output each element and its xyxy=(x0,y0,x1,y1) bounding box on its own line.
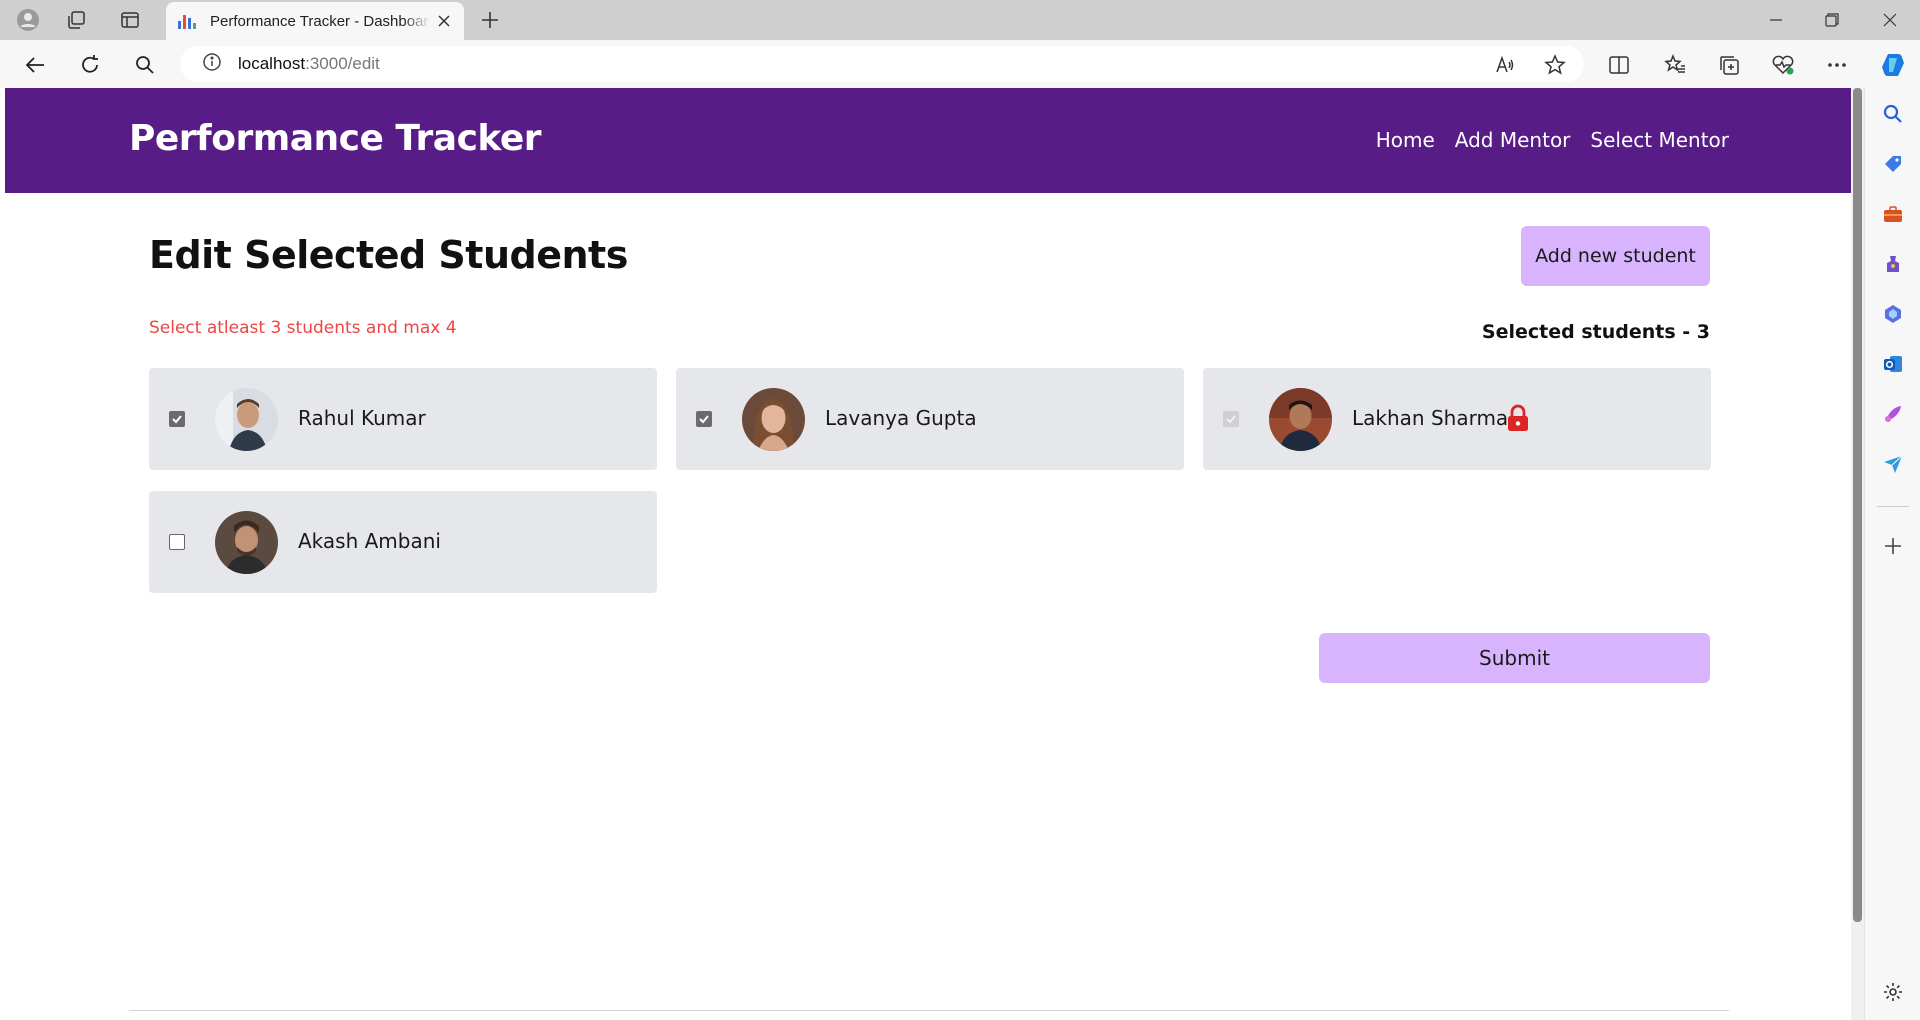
add-sidebar-app-icon[interactable] xyxy=(1881,534,1905,558)
tools-briefcase-icon[interactable] xyxy=(1881,202,1905,226)
scrollbar-thumb[interactable] xyxy=(1853,88,1862,922)
send-icon[interactable] xyxy=(1881,452,1905,476)
student-avatar xyxy=(215,511,278,574)
selected-count: Selected students - 3 xyxy=(1481,321,1710,343)
student-name: Lavanya Gupta xyxy=(825,406,977,430)
more-options-icon[interactable] xyxy=(1822,50,1852,80)
nav-link-add-mentor[interactable]: Add Mentor xyxy=(1455,128,1571,152)
chart-favicon-icon xyxy=(178,13,196,29)
student-card-akash-ambani[interactable]: Akash Ambani xyxy=(149,491,657,593)
back-icon[interactable] xyxy=(20,50,50,80)
student-avatar xyxy=(215,388,278,451)
nav-link-home[interactable]: Home xyxy=(1376,128,1435,152)
nav-link-select-mentor[interactable]: Select Mentor xyxy=(1590,128,1729,152)
sidebar-search-icon[interactable] xyxy=(1881,102,1905,126)
browser-tab-active[interactable]: Performance Tracker - Dashboard xyxy=(166,2,464,40)
split-screen-icon[interactable] xyxy=(1604,50,1634,80)
selection-rule-warning: Select atleast 3 students and max 4 xyxy=(149,318,457,338)
student-checkbox[interactable] xyxy=(169,534,185,550)
tab-actions-icon[interactable] xyxy=(116,6,144,34)
designer-icon[interactable] xyxy=(1881,402,1905,426)
brand-title[interactable]: Performance Tracker xyxy=(129,118,542,159)
student-checkbox[interactable] xyxy=(696,411,712,427)
student-checkbox-disabled xyxy=(1223,411,1239,427)
student-avatar xyxy=(742,388,805,451)
site-info-icon[interactable] xyxy=(202,52,222,76)
app-navbar: Performance Tracker Home Add Mentor Sele… xyxy=(5,88,1851,193)
tab-title: Performance Tracker - Dashboard xyxy=(210,12,430,30)
restore-icon[interactable] xyxy=(1812,6,1852,34)
student-name: Akash Ambani xyxy=(298,529,441,553)
url-text: localhost:3000/edit xyxy=(238,54,380,73)
student-card-lavanya-gupta[interactable]: Lavanya Gupta xyxy=(676,368,1184,470)
student-card-lakhan-sharma[interactable]: Lakhan Sharma xyxy=(1203,368,1711,470)
address-bar-row: localhost:3000/edit xyxy=(0,40,1920,88)
minimize-icon[interactable] xyxy=(1756,6,1796,34)
copilot-icon[interactable] xyxy=(1878,50,1908,80)
profile-icon[interactable] xyxy=(14,6,42,34)
refresh-icon[interactable] xyxy=(75,50,105,80)
student-avatar xyxy=(1269,388,1332,451)
sidebar-settings-icon[interactable] xyxy=(1881,980,1905,1004)
favorite-star-icon[interactable] xyxy=(1540,50,1570,80)
sidebar-divider xyxy=(1877,506,1909,507)
browser-sidebar xyxy=(1864,88,1920,1020)
lock-icon xyxy=(1508,404,1528,431)
submit-button[interactable]: Submit xyxy=(1319,633,1710,683)
student-checkbox[interactable] xyxy=(169,411,185,427)
shopping-tag-icon[interactable] xyxy=(1881,152,1905,176)
footer-divider xyxy=(129,1010,1729,1011)
new-tab-icon[interactable] xyxy=(476,6,504,34)
games-icon[interactable] xyxy=(1881,252,1905,276)
browser-essentials-icon[interactable] xyxy=(1768,50,1798,80)
student-name: Rahul Kumar xyxy=(298,406,426,430)
close-window-icon[interactable] xyxy=(1870,6,1910,34)
search-icon[interactable] xyxy=(130,50,160,80)
favorites-icon[interactable] xyxy=(1660,50,1690,80)
page-viewport: Performance Tracker Home Add Mentor Sele… xyxy=(5,88,1851,1020)
page-title: Edit Selected Students xyxy=(149,233,628,277)
microsoft-365-icon[interactable] xyxy=(1881,302,1905,326)
collections-icon[interactable] xyxy=(1714,50,1744,80)
outlook-icon[interactable] xyxy=(1881,352,1905,376)
browser-tab-bar: Performance Tracker - Dashboard xyxy=(0,0,1920,40)
workspaces-icon[interactable] xyxy=(62,6,90,34)
close-tab-icon[interactable] xyxy=(434,11,454,31)
student-name: Lakhan Sharma xyxy=(1352,406,1509,430)
read-aloud-icon[interactable] xyxy=(1490,50,1520,80)
nav-links: Home Add Mentor Select Mentor xyxy=(1376,128,1729,152)
url-field[interactable]: localhost:3000/edit xyxy=(180,46,1584,82)
add-new-student-button[interactable]: Add new student xyxy=(1521,226,1710,286)
student-card-rahul-kumar[interactable]: Rahul Kumar xyxy=(149,368,657,470)
